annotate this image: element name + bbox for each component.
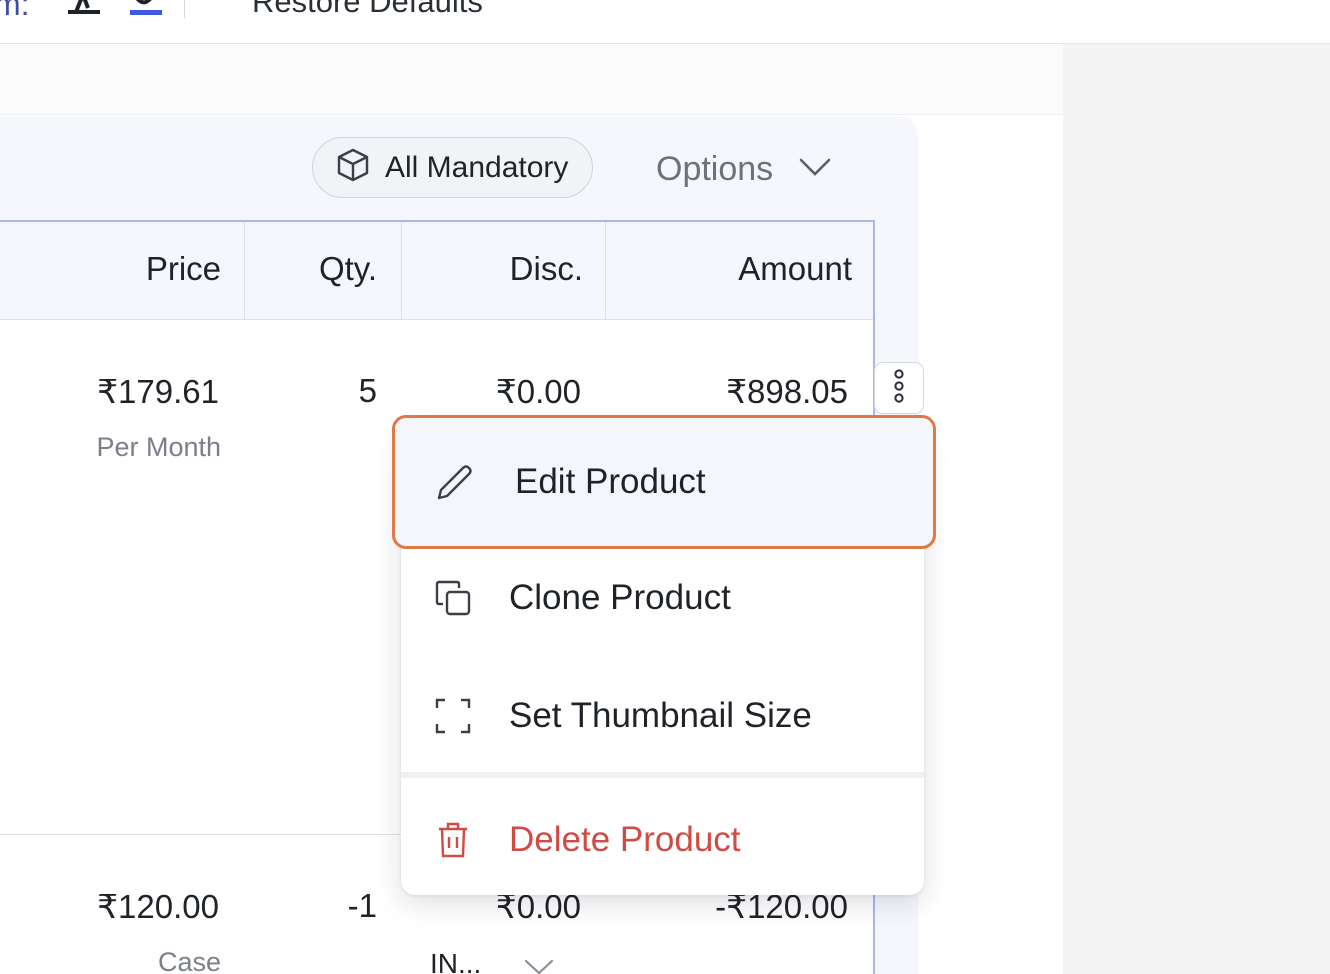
menu-item-label: Set Thumbnail Size [509,696,812,735]
row2-price[interactable]: ₹120.00 [97,887,219,926]
side-panel [1063,44,1330,974]
restore-defaults-button[interactable]: Restore Defaults [252,0,483,20]
menu-item-label: Clone Product [509,578,731,617]
row1-amount: ₹898.05 [726,373,848,410]
box-icon [335,147,371,188]
column-header-disc: Disc. [509,250,583,287]
chevron-down-icon[interactable] [524,958,554,974]
row1-disc[interactable]: ₹0.00 [496,372,581,411]
row2-qty[interactable]: -1 [348,887,377,925]
more-vertical-icon [892,368,906,409]
toolbar-partial-label: m: [0,0,30,22]
copy-icon [433,578,473,618]
menu-item-clone-product[interactable]: Clone Product [401,556,924,640]
options-label: Options [656,149,774,188]
table-header: Price Qty. Disc. Amount [0,222,873,320]
column-header-qty: Qty. [318,250,377,287]
menu-divider [401,772,924,778]
column-header-amount: Amount [738,250,852,287]
menu-item-set-thumbnail-size[interactable]: Set Thumbnail Size [401,674,924,758]
row1-price-unit: Per Month [96,432,221,462]
menu-item-label: Delete Product [509,820,741,859]
trash-icon [433,820,473,860]
frame-icon [433,696,473,736]
editor-toolbar: m: Restore Defaults [0,0,1330,44]
row2-tax-code[interactable]: IN... [430,948,481,974]
column-divider [244,222,245,320]
column-header-price: Price [145,250,221,287]
menu-item-label: Edit Product [515,462,706,501]
pencil-icon [433,460,477,504]
row-actions-button[interactable] [874,362,924,414]
row2-price-unit: Case [157,947,221,974]
row1-price[interactable]: ₹179.61 [97,372,219,411]
column-divider [401,222,402,320]
chevron-down-icon [799,157,831,182]
all-mandatory-label: All Mandatory [385,150,569,184]
menu-item-edit-product[interactable]: Edit Product [392,415,936,549]
all-mandatory-toggle[interactable]: All Mandatory [312,137,593,198]
menu-item-delete-product[interactable]: Delete Product [401,798,924,882]
column-divider [605,222,606,320]
row1-qty[interactable]: 5 [359,372,377,410]
toolbar-divider [184,0,185,18]
options-dropdown[interactable]: Options [656,142,831,196]
text-color-icon[interactable] [66,0,102,16]
highlight-color-icon[interactable] [128,0,164,16]
